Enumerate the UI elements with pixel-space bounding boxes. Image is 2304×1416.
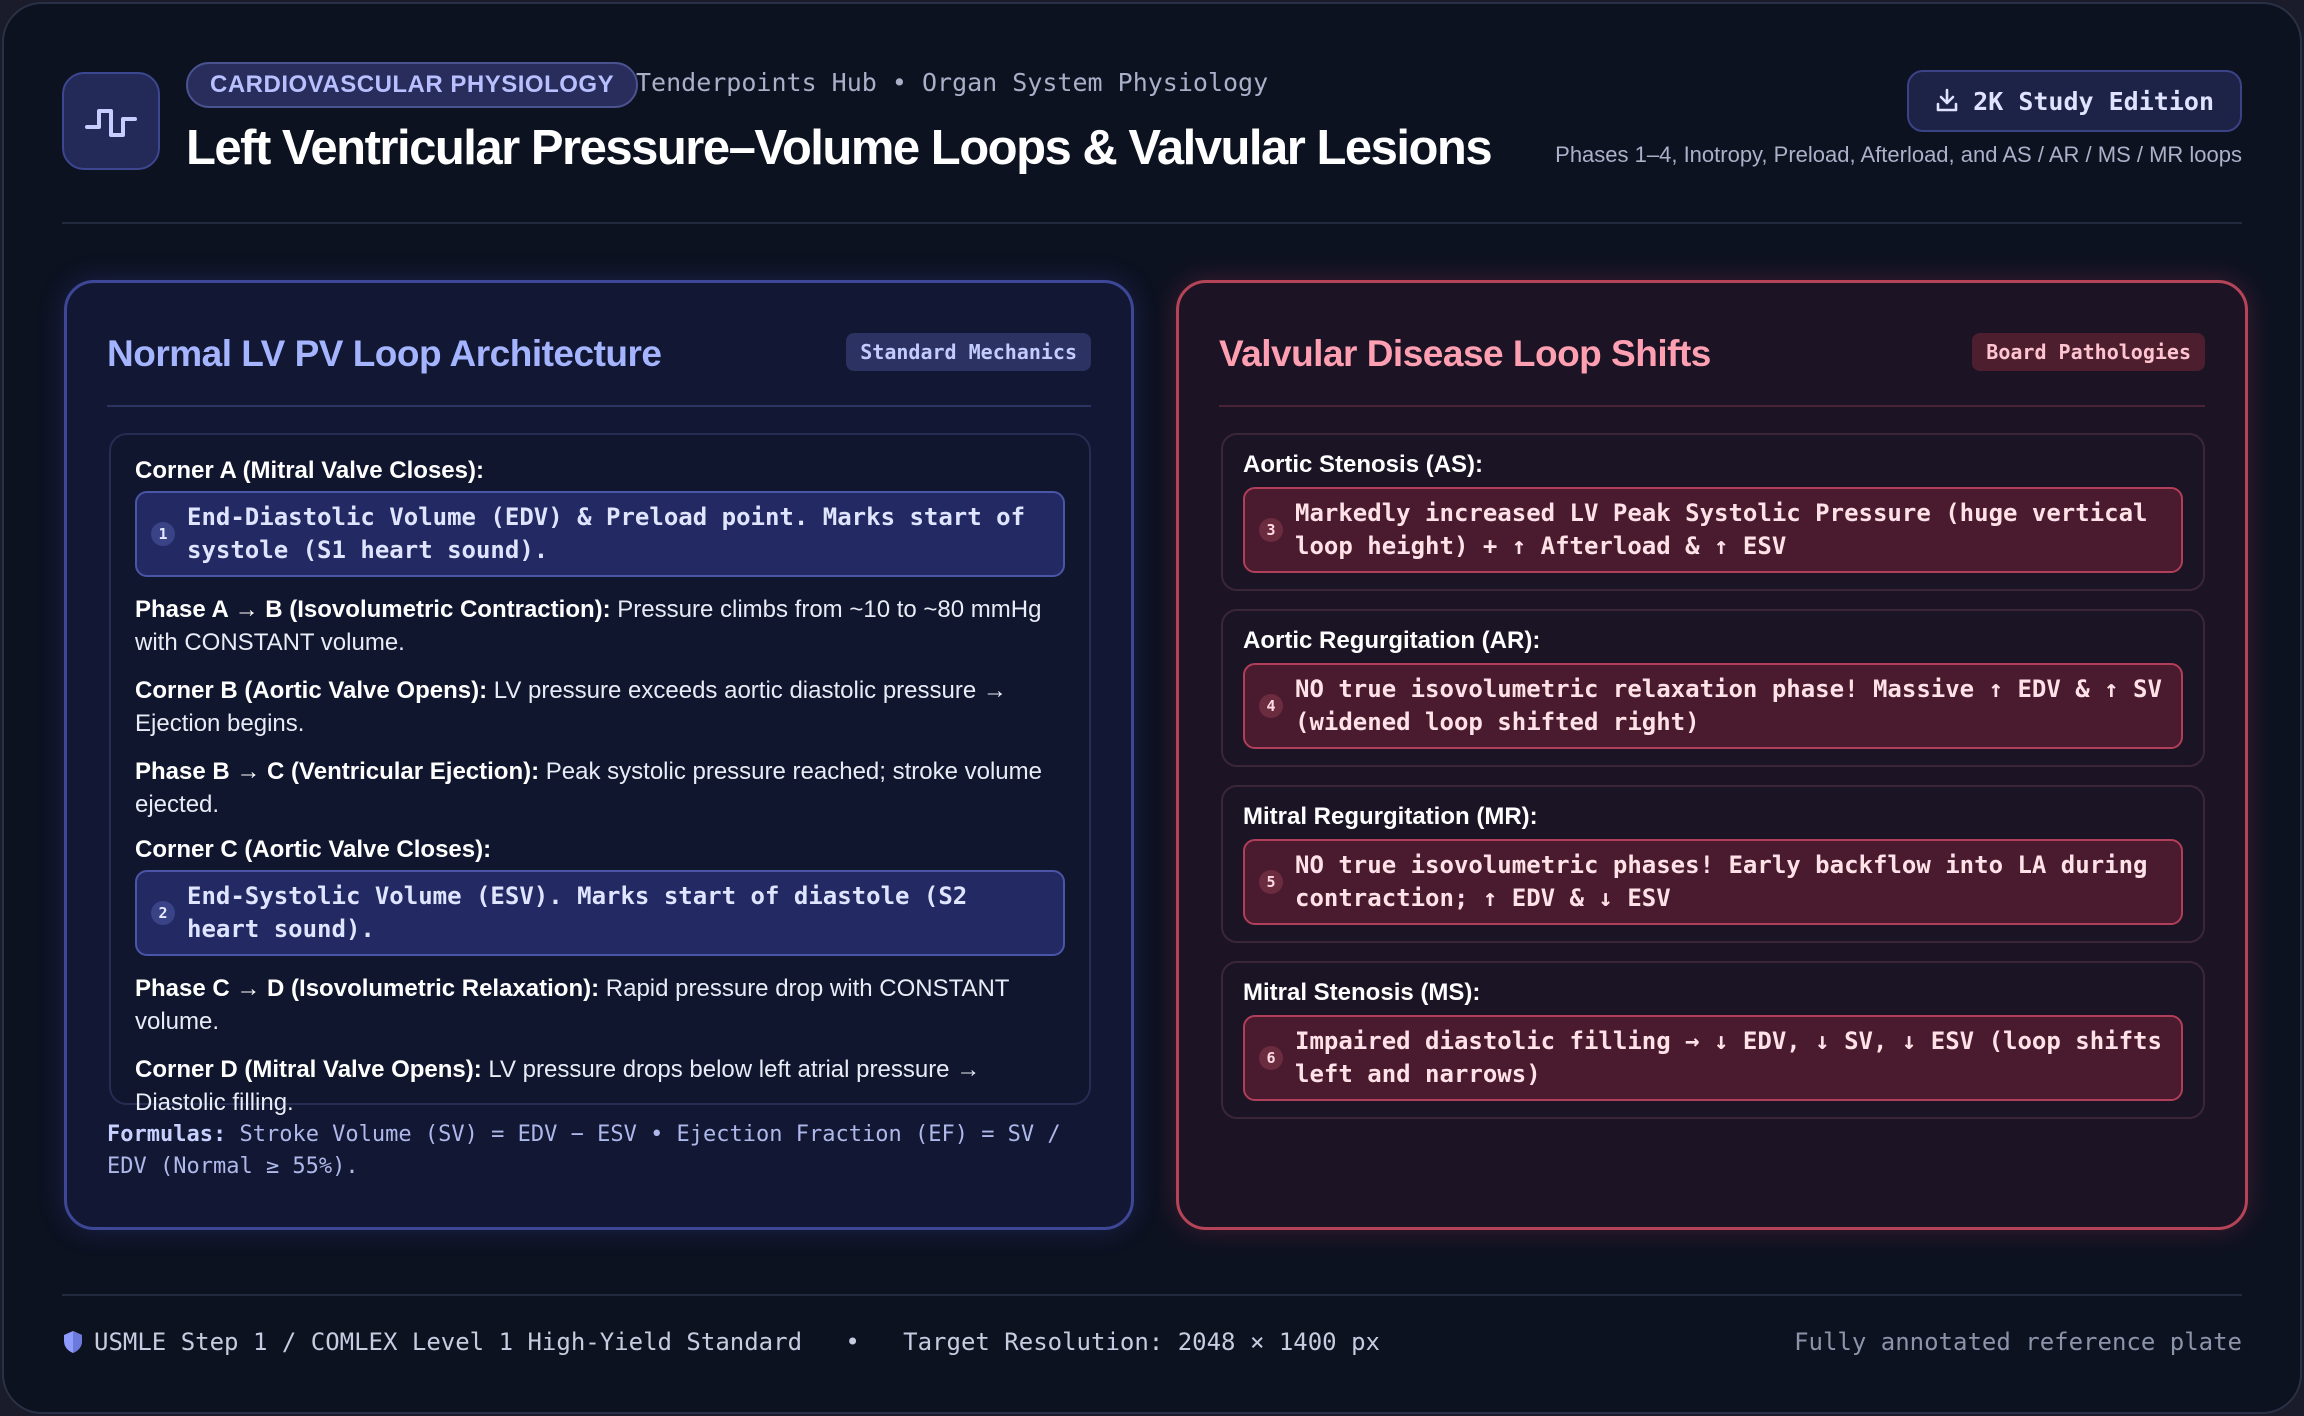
panel-title: Normal LV PV Loop Architecture	[107, 333, 662, 374]
panel-badge: Standard Mechanics	[846, 333, 1091, 371]
highlight-text: Impaired diastolic filling → ↓ EDV, ↓ SV…	[1295, 1027, 2162, 1088]
step-number: 4	[1259, 694, 1283, 718]
lesion-card-aortic-stenosis: Aortic Stenosis (AS): 3 Markedly increas…	[1221, 433, 2205, 591]
header-divider	[62, 222, 2242, 224]
step-number: 3	[1259, 518, 1283, 542]
footer-left-text: USMLE Step 1 / COMLEX Level 1 High-Yield…	[94, 1328, 1380, 1356]
item-label: Phase B → C (Ventricular Ejection):	[135, 758, 540, 785]
formula-note: Formulas: Stroke Volume (SV) = EDV − ESV…	[107, 1119, 1097, 1183]
highlight-text: NO true isovolumetric phases! Early back…	[1295, 851, 2148, 912]
lesion-heading: Aortic Stenosis (AS):	[1243, 451, 1484, 478]
lesion-heading: Aortic Regurgitation (AR):	[1243, 627, 1541, 654]
page-title: Left Ventricular Pressure–Volume Loops &…	[186, 121, 1493, 175]
corner-a-highlight: 1 End-Diastolic Volume (EDV) & Preload p…	[135, 491, 1065, 577]
corner-d-item: Corner D (Mitral Valve Opens): LV pressu…	[135, 1053, 1065, 1119]
highlight-text: End-Diastolic Volume (EDV) & Preload poi…	[187, 503, 1026, 564]
edition-button[interactable]: 2K Study Edition	[1907, 70, 2242, 132]
page-subtitle: Phases 1–4, Inotropy, Preload, Afterload…	[1555, 142, 2242, 167]
footer-standard: USMLE Step 1 / COMLEX Level 1 High-Yield…	[62, 1328, 1380, 1356]
category-tag: CARDIOVASCULAR PHYSIOLOGY	[186, 62, 639, 108]
item-label: Phase A → B (Isovolumetric Contraction):	[135, 596, 611, 623]
phase-bc-item: Phase B → C (Ventricular Ejection): Peak…	[135, 755, 1065, 821]
lesion-heading: Mitral Stenosis (MS):	[1243, 979, 1481, 1006]
phase-cd-item: Phase C → D (Isovolumetric Relaxation): …	[135, 972, 1065, 1038]
loop-phase-list: Corner A (Mitral Valve Closes): 1 End-Di…	[109, 433, 1091, 1116]
step-number: 5	[1259, 870, 1283, 894]
edition-button-label: 2K Study Edition	[1973, 86, 2214, 116]
lesion-card-mitral-regurgitation: Mitral Regurgitation (MR): 5 NO true iso…	[1221, 785, 2205, 943]
logo	[62, 72, 160, 170]
lesion-card-mitral-stenosis: Mitral Stenosis (MS): 6 Impaired diastol…	[1221, 961, 2205, 1119]
corner-c-highlight: 2 End-Systolic Volume (ESV). Marks start…	[135, 870, 1065, 956]
highlight-text: Markedly increased LV Peak Systolic Pres…	[1295, 499, 2148, 560]
lesion-card-aortic-regurgitation: Aortic Regurgitation (AR): 4 NO true iso…	[1221, 609, 2205, 767]
pulse-waveform-icon	[85, 109, 137, 137]
item-label: Phase C → D (Isovolumetric Relaxation):	[135, 975, 600, 1002]
item-label: Corner D (Mitral Valve Opens):	[135, 1056, 482, 1083]
shield-icon	[64, 1331, 82, 1353]
phase-ab-item: Phase A → B (Isovolumetric Contraction):…	[135, 593, 1065, 659]
panel-divider	[107, 405, 1091, 407]
footer-note: Fully annotated reference plate	[1794, 1328, 2242, 1356]
step-number: 6	[1259, 1046, 1283, 1070]
app-window: CARDIOVASCULAR PHYSIOLOGY Tenderpoints H…	[2, 2, 2302, 1414]
valvular-disease-panel: Valvular Disease Loop Shifts Board Patho…	[1176, 280, 2248, 1230]
lesion-highlight: 3 Markedly increased LV Peak Systolic Pr…	[1243, 487, 2183, 573]
item-label: Corner B (Aortic Valve Opens):	[135, 677, 488, 704]
panel-title: Valvular Disease Loop Shifts	[1219, 333, 1711, 374]
footer-divider	[62, 1294, 2242, 1296]
corner-b-item: Corner B (Aortic Valve Opens): LV pressu…	[135, 674, 1065, 740]
panel-badge: Board Pathologies	[1972, 333, 2205, 371]
lesion-heading: Mitral Regurgitation (MR):	[1243, 803, 1538, 830]
lesion-highlight: 5 NO true isovolumetric phases! Early ba…	[1243, 839, 2183, 925]
step-number: 2	[151, 901, 175, 925]
formula-text: Stroke Volume (SV) = EDV − ESV • Ejectio…	[107, 1122, 1061, 1179]
breadcrumb: Tenderpoints Hub • Organ System Physiolo…	[636, 68, 1269, 97]
panel-divider	[1219, 405, 2205, 407]
corner-c-heading: Corner C (Aortic Valve Closes):	[135, 836, 492, 863]
download-icon	[1936, 88, 1958, 112]
formula-label: Formulas:	[107, 1122, 227, 1147]
normal-loop-panel: Normal LV PV Loop Architecture Standard …	[64, 280, 1134, 1230]
highlight-text: NO true isovolumetric relaxation phase! …	[1295, 675, 2162, 736]
lesion-highlight: 6 Impaired diastolic filling → ↓ EDV, ↓ …	[1243, 1015, 2183, 1101]
step-number: 1	[151, 522, 175, 546]
lesion-highlight: 4 NO true isovolumetric relaxation phase…	[1243, 663, 2183, 749]
highlight-text: End-Systolic Volume (ESV). Marks start o…	[187, 882, 968, 943]
corner-a-heading: Corner A (Mitral Valve Closes):	[135, 457, 484, 484]
